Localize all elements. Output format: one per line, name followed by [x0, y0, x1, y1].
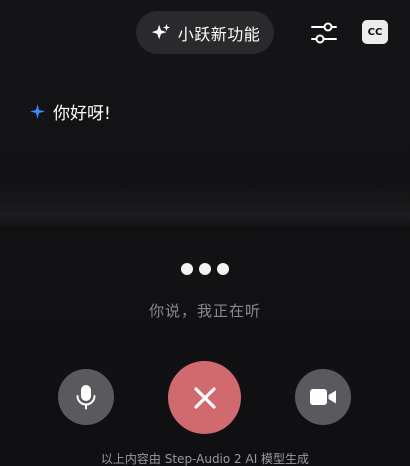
close-icon — [193, 386, 216, 409]
microphone-icon — [76, 385, 96, 410]
ai-disclaimer: 以上内容由 Step-Audio 2 AI 模型生成 — [100, 452, 310, 466]
indicator-dot — [217, 263, 229, 275]
section-divider — [0, 182, 410, 230]
microphone-button[interactable] — [58, 369, 114, 425]
star-icon — [30, 104, 45, 119]
captions-button[interactable]: CC — [362, 20, 388, 44]
listening-indicator — [181, 263, 229, 275]
sparkle-icon — [151, 23, 170, 39]
listening-status: 你说，我正在听 — [148, 302, 261, 320]
sliders-icon[interactable] — [309, 18, 339, 48]
indicator-dot — [181, 263, 193, 275]
new-features-label: 小跃新功能 — [177, 24, 261, 44]
indicator-dot — [199, 263, 211, 275]
voice-call-screen: 小跃新功能 CC 你好呀! 你说，我正在听 以上内容由 Step-Audio 2… — [0, 0, 410, 466]
assistant-message-text: 你好呀! — [53, 104, 111, 124]
hang-up-button[interactable] — [168, 361, 241, 434]
camera-button[interactable] — [295, 369, 351, 425]
video-camera-icon — [310, 389, 336, 405]
new-features-button[interactable]: 小跃新功能 — [136, 11, 274, 54]
assistant-message: 你好呀! — [30, 99, 111, 124]
